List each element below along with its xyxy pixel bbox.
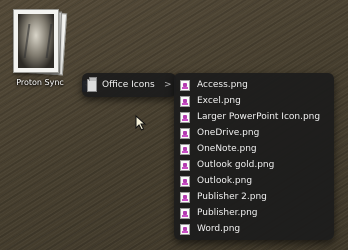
menu-item-office-icons[interactable]: Office Icons > <box>82 77 176 93</box>
submenu-item-label: Publisher.png <box>197 208 258 218</box>
stack-thumbnail-icon <box>13 9 59 73</box>
submenu-item[interactable]: Word.png <box>180 222 328 237</box>
submenu-item[interactable]: Outlook gold.png <box>180 158 328 173</box>
png-file-icon <box>180 112 190 123</box>
stack-label: Proton Sync <box>16 78 64 87</box>
png-file-icon <box>180 224 190 235</box>
submenu-item-label: Excel.png <box>197 96 241 106</box>
png-file-icon <box>180 144 190 155</box>
submenu-item[interactable]: Larger PowerPoint Icon.png <box>180 110 328 125</box>
submenu-item[interactable]: Access.png <box>180 78 328 93</box>
submenu-item-label: Outlook gold.png <box>197 160 275 170</box>
png-file-icon <box>180 160 190 171</box>
submenu-item-label: Access.png <box>197 80 248 90</box>
office-icons-submenu: Access.png Excel.png Larger PowerPoint I… <box>174 73 334 240</box>
folder-icon <box>87 77 97 92</box>
submenu-item[interactable]: OneNote.png <box>180 142 328 157</box>
png-file-icon <box>180 176 190 187</box>
mouse-pointer-icon <box>135 115 147 131</box>
submenu-item[interactable]: Publisher.png <box>180 206 328 221</box>
png-file-icon <box>180 80 190 91</box>
submenu-item-label: OneDrive.png <box>197 128 260 138</box>
submenu-item[interactable]: Publisher 2.png <box>180 190 328 205</box>
stack-art <box>18 14 54 68</box>
submenu-item-label: Word.png <box>197 224 241 234</box>
png-file-icon <box>180 96 190 107</box>
stack-menu: Office Icons > <box>82 73 176 97</box>
submenu-item-label: Larger PowerPoint Icon.png <box>197 112 321 122</box>
png-file-icon <box>180 128 190 139</box>
submenu-item-label: OneNote.png <box>197 144 257 154</box>
proton-sync-stack[interactable]: Proton Sync <box>7 6 73 92</box>
submenu-item[interactable]: Excel.png <box>180 94 328 109</box>
submenu-item[interactable]: Outlook.png <box>180 174 328 189</box>
submenu-item[interactable]: OneDrive.png <box>180 126 328 141</box>
png-file-icon <box>180 208 190 219</box>
menu-item-label: Office Icons <box>102 80 155 90</box>
submenu-item-label: Publisher 2.png <box>197 192 267 202</box>
png-file-icon <box>180 192 190 203</box>
submenu-item-label: Outlook.png <box>197 176 253 186</box>
chevron-right-icon: > <box>164 80 172 90</box>
